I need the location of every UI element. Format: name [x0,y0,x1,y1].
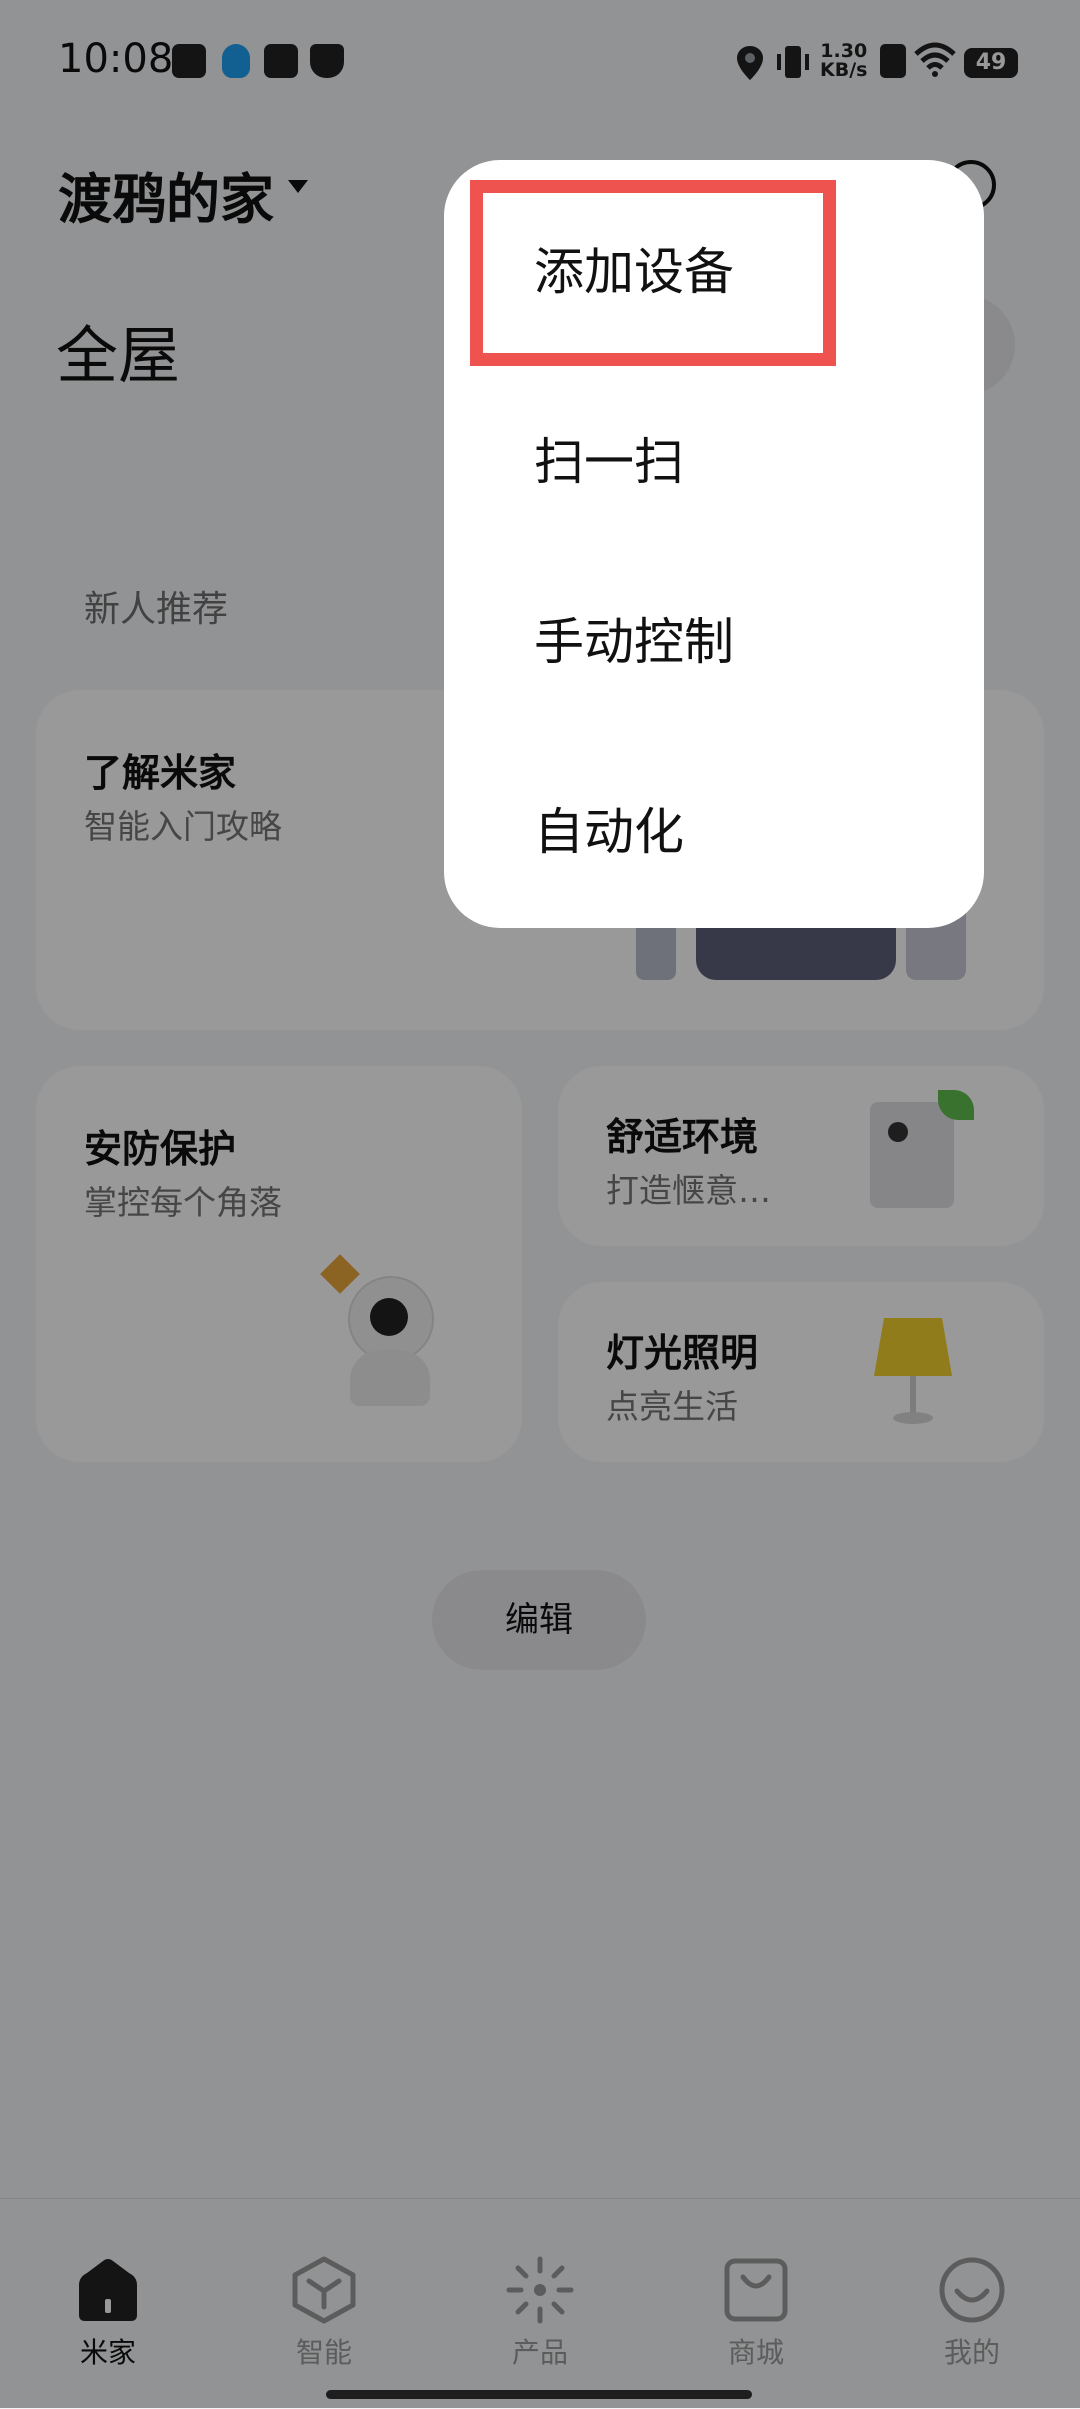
menu-item-automation[interactable]: 自动化 [534,792,684,864]
highlight-box [470,180,836,366]
menu-item-manual-control[interactable]: 手动控制 [534,602,734,674]
menu-item-scan[interactable]: 扫一扫 [534,422,684,494]
